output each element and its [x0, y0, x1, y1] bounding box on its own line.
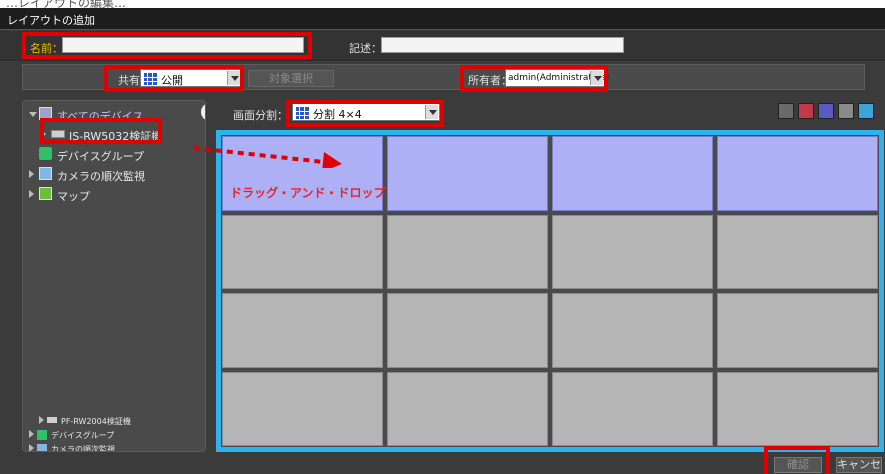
collapse-icon[interactable] — [29, 170, 34, 178]
collapse-icon[interactable] — [29, 190, 34, 198]
document-caption-strip: …レイアウトの編集… — [0, 0, 885, 8]
tree-item-label: カメラの順次監視 — [51, 445, 115, 452]
tree-item-sequence-2[interactable]: カメラの順次監視 — [23, 439, 193, 452]
layout-grid — [221, 135, 879, 447]
tree-item-label: カメラの順次監視 — [57, 170, 145, 183]
title-bar: レイアウトの追加 — [0, 8, 885, 30]
map-icon — [39, 187, 52, 200]
device-tree-panel: すべてのデバイス JS-RW5032検証機 デバイスグループ カメラの順次監視 … — [22, 100, 206, 452]
add-layout-dialog: レイアウトの追加 名前： 記述： 共有： 公開 対象選択 所有者： admin(… — [0, 8, 885, 474]
layout-cell[interactable] — [387, 371, 548, 446]
cancel-label: キャンセル — [837, 458, 881, 474]
description-label: 記述： — [349, 42, 382, 55]
layout-cell[interactable] — [717, 214, 878, 289]
layout-cell[interactable] — [387, 136, 548, 211]
fullscreen-icon[interactable] — [858, 103, 874, 119]
layout-cell[interactable] — [552, 371, 713, 446]
collapse-icon[interactable] — [29, 444, 34, 451]
target-select-label: 対象選択 — [269, 72, 313, 85]
collapse-icon[interactable] — [29, 430, 34, 438]
tree-item-map[interactable]: マップ — [23, 185, 193, 205]
layout-cell[interactable] — [222, 371, 383, 446]
name-callout-box — [22, 32, 312, 59]
delete-icon[interactable] — [778, 103, 794, 119]
drag-drop-label: ドラッグ・アンド・ドロップ — [230, 186, 386, 200]
layout-cell[interactable] — [717, 136, 878, 211]
layout-cell[interactable] — [222, 214, 383, 289]
document-caption: …レイアウトの編集… — [6, 0, 127, 8]
drag-drop-arrow-icon — [193, 146, 342, 168]
layout-split-c-icon[interactable] — [838, 103, 854, 119]
tree-item-label: マップ — [57, 190, 90, 203]
owner-callout-box — [460, 65, 608, 92]
layout-cell[interactable] — [222, 293, 383, 368]
layout-cell[interactable] — [717, 371, 878, 446]
layout-cell[interactable] — [387, 214, 548, 289]
expand-icon[interactable] — [29, 112, 37, 117]
sequence-icon — [37, 444, 47, 451]
cancel-button[interactable]: キャンセル — [836, 457, 882, 474]
collapse-icon[interactable] — [39, 416, 44, 424]
layout-cell[interactable] — [552, 214, 713, 289]
target-select-button[interactable]: 対象選択 — [248, 70, 334, 87]
tree-item-device-group[interactable]: デバイスグループ — [23, 145, 193, 165]
layout-grid-frame — [216, 130, 884, 452]
layout-cell[interactable] — [552, 293, 713, 368]
window-title: レイアウトの追加 — [7, 14, 95, 27]
layout-cell[interactable] — [717, 293, 878, 368]
layout-split-b-icon[interactable] — [818, 103, 834, 119]
camera-device-icon — [47, 417, 57, 423]
confirm-callout-box — [764, 446, 830, 474]
tree-item-sequence[interactable]: カメラの順次監視 — [23, 165, 193, 185]
share-callout-box — [104, 65, 244, 92]
device-callout-box — [40, 118, 162, 144]
split-callout-box — [286, 100, 444, 127]
sequence-icon — [39, 167, 52, 180]
cube-icon — [39, 147, 52, 160]
layout-cell[interactable] — [552, 136, 713, 211]
layout-split-a-icon[interactable] — [798, 103, 814, 119]
layout-cell[interactable] — [387, 293, 548, 368]
tree-item-label: デバイスグループ — [57, 150, 145, 163]
description-input[interactable] — [381, 37, 624, 53]
panel-toggle[interactable] — [201, 103, 205, 121]
split-label: 画面分割： — [233, 109, 288, 122]
